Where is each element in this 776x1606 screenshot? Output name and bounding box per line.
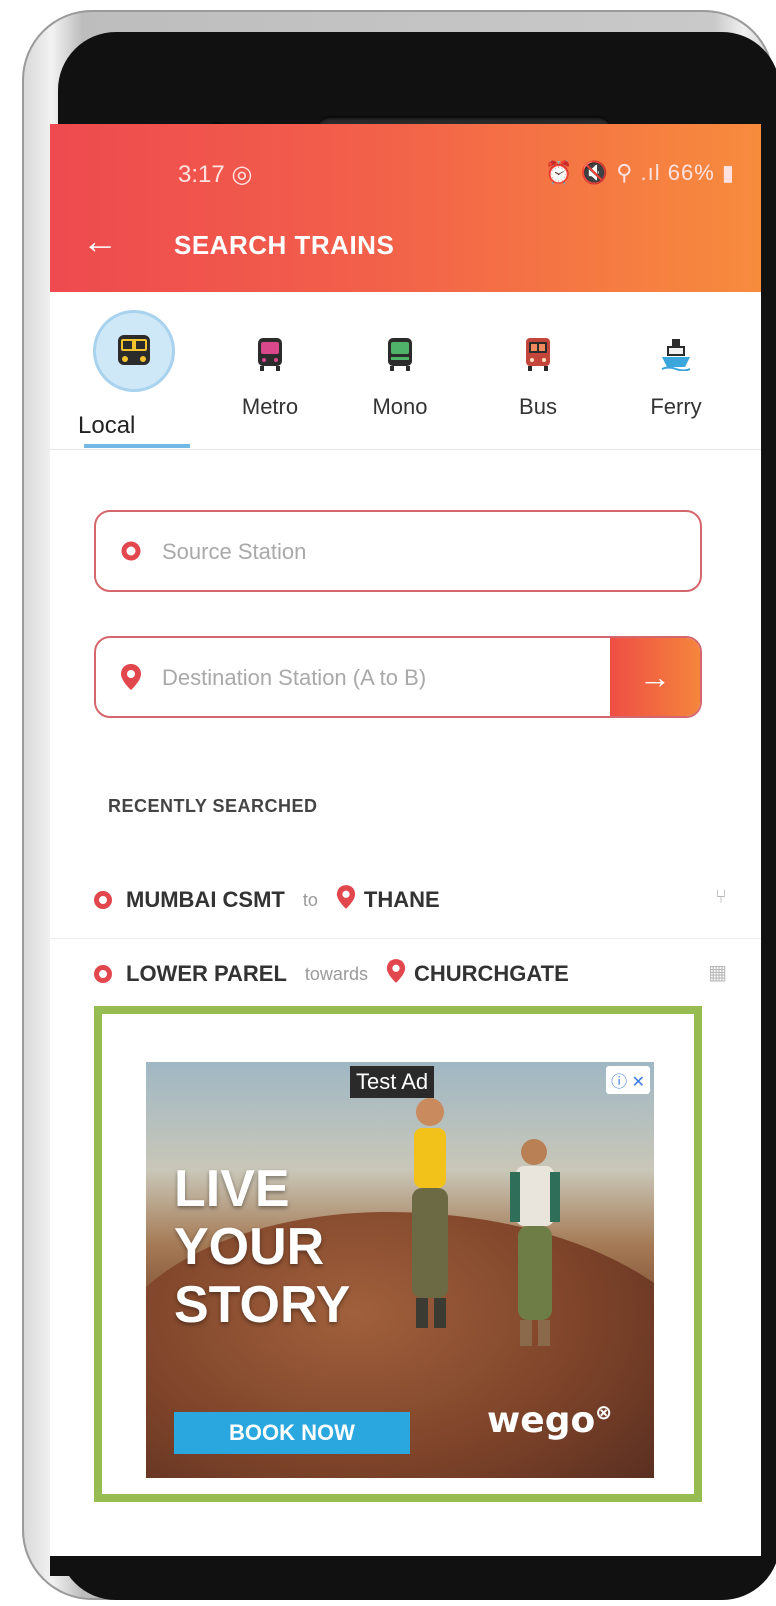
- route-fork-icon[interactable]: ⑂: [715, 886, 727, 909]
- tab-label: Bus: [519, 394, 557, 419]
- phone-chin: [50, 1556, 761, 1576]
- source-station-input[interactable]: [162, 532, 602, 572]
- destination-station-field[interactable]: →: [94, 636, 702, 718]
- tab-label: Mono: [372, 394, 428, 419]
- tab-local[interactable]: Local: [74, 292, 194, 450]
- ad-headline-line: STORY: [174, 1276, 351, 1334]
- recent-search-content: LOWER PAREL towards CHURCHGATE: [94, 958, 569, 990]
- alarm-icon: ⏰: [545, 160, 574, 185]
- banner-ad[interactable]: Test Ad ⓘ ✕ LIVE YOUR STORY BOOK NOW weg…: [146, 1062, 654, 1478]
- metro-train-icon: [250, 334, 290, 374]
- location-icon: ⚲: [616, 160, 634, 185]
- test-ad-label: Test Ad: [350, 1066, 435, 1098]
- ad-container: Test Ad ⓘ ✕ LIVE YOUR STORY BOOK NOW weg…: [94, 1006, 702, 1502]
- mute-icon: 🔇: [580, 160, 610, 185]
- tab-mono[interactable]: Mono: [340, 292, 460, 450]
- page-title: SEARCH TRAINS: [174, 230, 395, 260]
- location-pin-icon: [336, 884, 356, 916]
- arrow-left-icon[interactable]: ←: [82, 220, 118, 262]
- recent-search-content: MUMBAI CSMT to THANE: [94, 884, 440, 916]
- brand-name: wego: [487, 1400, 596, 1441]
- route-connector: to: [302, 889, 318, 910]
- book-now-button[interactable]: BOOK NOW: [174, 1412, 410, 1454]
- tab-ferry[interactable]: Ferry: [616, 292, 736, 450]
- tab-label: Ferry: [650, 394, 702, 419]
- source-dot-icon: [94, 891, 112, 909]
- to-station: THANE: [363, 887, 440, 912]
- signal-icon: .ıl: [640, 160, 661, 185]
- active-tab-indicator: [84, 444, 190, 448]
- tab-label: Metro: [241, 394, 299, 419]
- ad-brand-logo: wego⊗: [487, 1400, 612, 1441]
- from-station: LOWER PAREL: [126, 961, 287, 986]
- location-pin-icon: [386, 958, 406, 990]
- monorail-icon: [380, 334, 420, 374]
- arrow-right-icon: →: [639, 658, 671, 695]
- transport-tabs: Local Metro Mono Bus Ferry: [50, 292, 761, 450]
- top-app-bar: 3:17 ◎ ⏰ 🔇 ⚲ .ıl 66% ▮ ← SEARCH TRAINS: [50, 124, 761, 292]
- status-indicators: ⏰ 🔇 ⚲ .ıl 66% ▮: [545, 160, 735, 186]
- bus-icon: [518, 334, 558, 374]
- ferry-icon: [656, 334, 696, 374]
- tab-label: Local: [78, 412, 136, 439]
- ad-headline: LIVE YOUR STORY: [174, 1160, 414, 1334]
- search-go-button[interactable]: →: [610, 638, 700, 716]
- train-direction-icon[interactable]: ▦: [708, 960, 727, 985]
- source-dot-icon: [118, 538, 144, 564]
- recently-searched-heading: RECENTLY SEARCHED: [108, 796, 318, 816]
- from-station: MUMBAI CSMT: [126, 887, 285, 912]
- tab-bus[interactable]: Bus: [478, 292, 598, 450]
- location-pin-icon: [118, 664, 144, 690]
- ad-headline-line: LIVE: [174, 1160, 290, 1218]
- status-time: 3:17 ◎: [178, 161, 253, 188]
- hiker-figure: [510, 1139, 560, 1346]
- tab-metro[interactable]: Metro: [210, 292, 330, 450]
- battery-level: 66%: [667, 160, 715, 185]
- source-dot-icon: [94, 965, 112, 983]
- recent-search-row[interactable]: MUMBAI CSMT to THANE ⑂: [50, 860, 761, 938]
- to-station: CHURCHGATE: [413, 961, 569, 986]
- ad-choices-close-icon[interactable]: ⓘ ✕: [606, 1066, 650, 1094]
- ad-headline-line: YOUR: [174, 1218, 325, 1276]
- battery-icon: ▮: [721, 160, 735, 185]
- destination-station-input[interactable]: [162, 658, 602, 698]
- local-train-icon: [93, 310, 175, 392]
- source-station-field[interactable]: [94, 510, 702, 592]
- recent-search-row[interactable]: LOWER PAREL towards CHURCHGATE ▦: [50, 934, 761, 1012]
- app-screen: 3:17 ◎ ⏰ 🔇 ⚲ .ıl 66% ▮ ← SEARCH TRAINS L…: [50, 124, 761, 1556]
- route-connector: towards: [304, 963, 368, 984]
